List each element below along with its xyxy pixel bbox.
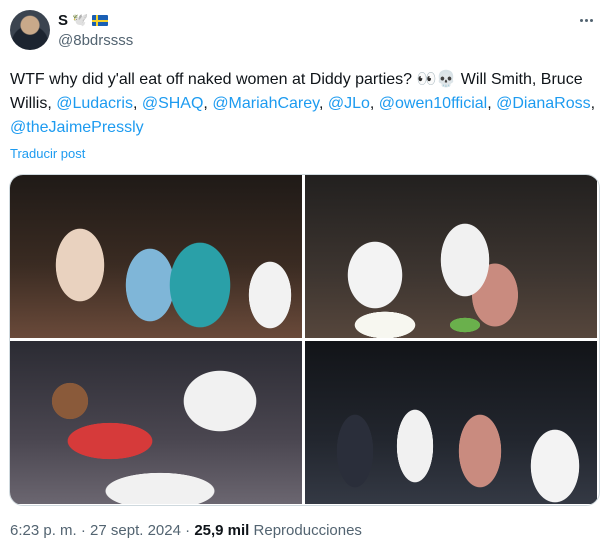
party-photo-1[interactable]: [10, 175, 302, 338]
more-options-icon[interactable]: [576, 10, 596, 30]
more-dot: [589, 18, 593, 22]
tweet-text-segment: ,: [487, 95, 497, 112]
tweet-text-segment: ,: [369, 95, 379, 112]
media-grid: [9, 174, 600, 506]
author-name-row[interactable]: S 🕊️: [58, 12, 109, 29]
mention-link[interactable]: @SHAQ: [142, 95, 204, 112]
sweden-flag-icon: [92, 15, 109, 26]
post-time[interactable]: 6:23 p. m.: [10, 522, 77, 539]
more-dot: [579, 18, 583, 22]
dove-emoji-icon: 🕊️: [72, 13, 89, 28]
tweet-text: WTF why did y'all eat off naked women at…: [10, 68, 600, 140]
meta-separator: ·: [80, 522, 86, 539]
party-photo-3[interactable]: [10, 341, 302, 504]
mention-link[interactable]: @DianaRoss: [496, 95, 591, 112]
mention-link[interactable]: @theJaimePressly: [10, 119, 144, 136]
post-date[interactable]: 27 sept. 2024: [90, 522, 181, 539]
tweet-meta: 6:23 p. m. · 27 sept. 2024 · 25,9 mil Re…: [10, 522, 362, 539]
mention-link[interactable]: @owen10fficial: [379, 95, 487, 112]
mention-link[interactable]: @Ludacris: [56, 95, 133, 112]
author-handle[interactable]: @8bdrssss: [58, 32, 133, 49]
author-display-name[interactable]: S: [58, 12, 68, 29]
translate-post-link[interactable]: Traducir post: [10, 146, 85, 161]
mention-link[interactable]: @MariahCarey: [212, 95, 319, 112]
tweet-text-segment: ,: [203, 95, 213, 112]
tweet-text-segment: ,: [132, 95, 142, 112]
tweet-text-segment: ,: [318, 95, 328, 112]
tweet: S 🕊️ @8bdrssss WTF why did y'all eat off…: [0, 0, 610, 542]
author-avatar[interactable]: [10, 10, 50, 50]
party-photo-4[interactable]: [305, 341, 597, 504]
views-label: Reproducciones: [253, 522, 362, 539]
tweet-text-segment: ,: [590, 95, 596, 112]
party-photo-2[interactable]: [305, 175, 597, 338]
mention-link[interactable]: @JLo: [328, 95, 370, 112]
views-count: 25,9 mil: [194, 522, 250, 539]
meta-separator: ·: [185, 522, 191, 539]
more-dot: [584, 18, 588, 22]
